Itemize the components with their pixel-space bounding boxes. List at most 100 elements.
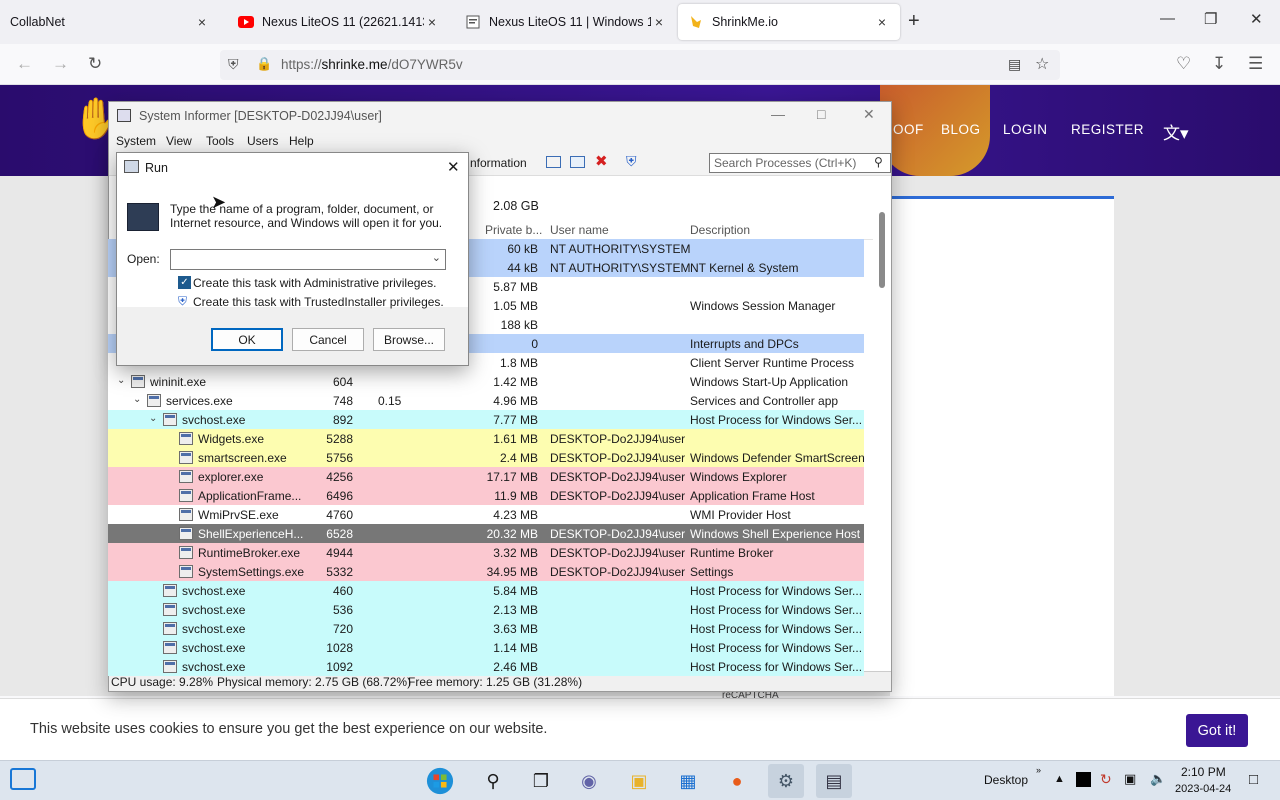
table-row[interactable]: SystemSettings.exe 5332 34.95 MB DESKTOP-Do…	[108, 562, 864, 581]
close-icon[interactable]: ✕	[447, 158, 460, 176]
clock-date[interactable]: 2023-04-24	[1175, 783, 1231, 795]
new-tab-button[interactable]: +	[908, 10, 920, 33]
table-row[interactable]: svchost.exe 1092 2.46 MB Host Process for W…	[108, 657, 864, 676]
reader-view-icon[interactable]: ▤	[1008, 56, 1021, 73]
search-icon[interactable]: ⚲	[874, 155, 883, 169]
sync-icon[interactable]: ↻	[1100, 771, 1112, 788]
tray-app-icon[interactable]	[1076, 772, 1091, 787]
restore-icon[interactable]: ❐	[1204, 10, 1217, 28]
menu-view[interactable]: View	[166, 134, 192, 148]
start-windows-icon[interactable]	[426, 767, 454, 795]
menu-tools[interactable]: Tools	[206, 134, 234, 148]
close-icon[interactable]: ×	[424, 14, 440, 30]
tab-collabnet[interactable]: CollabNet ×	[0, 4, 220, 40]
run-taskbar-icon[interactable]: ▤	[816, 764, 852, 798]
chevron-right-icon[interactable]: »	[1036, 765, 1041, 775]
process-name-cell: smartscreen.exe	[198, 451, 287, 465]
chevron-down-icon[interactable]: ⌄	[117, 375, 125, 386]
back-icon[interactable]: ←	[16, 54, 33, 74]
table-row[interactable]: svchost.exe 1028 1.14 MB Host Process for W…	[108, 638, 864, 657]
pocket-icon[interactable]: ♡	[1176, 54, 1191, 74]
table-row[interactable]: ApplicationFrame... 6496 11.9 MB DESKTOP-Do…	[108, 486, 864, 505]
file-explorer-icon[interactable]: ▣	[625, 768, 653, 794]
cookie-accept-button[interactable]: Got it!	[1186, 714, 1248, 747]
menu-system[interactable]: System	[116, 134, 156, 148]
nav-login[interactable]: LOGIN	[1003, 122, 1048, 137]
chevron-down-icon[interactable]: ⌄	[149, 413, 157, 424]
minimize-icon[interactable]: —	[771, 106, 785, 122]
tab-nexus-youtube[interactable]: Nexus LiteOS 11 (22621.1413) | ×	[228, 4, 450, 40]
volume-muted-icon[interactable]: 🔈	[1150, 771, 1166, 787]
tray-overflow-icon[interactable]: ▲	[1054, 773, 1065, 785]
chevron-down-icon[interactable]: ⌄	[432, 251, 441, 264]
notification-icon[interactable]: □	[1249, 771, 1258, 788]
menu-users[interactable]: Users	[247, 134, 278, 148]
close-window-icon[interactable]: ✕	[1250, 10, 1263, 28]
table-row[interactable]: ⌄ services.exe 748 0.15 4.96 MB Services and …	[108, 391, 864, 410]
open-combobox[interactable]: ⌄	[170, 249, 446, 270]
table-row[interactable]: explorer.exe 4256 17.17 MB DESKTOP-Do2JJ94\…	[108, 467, 864, 486]
store-icon[interactable]: ▦	[674, 768, 702, 794]
table-row[interactable]: smartscreen.exe 5756 2.4 MB DESKTOP-Do2JJ94…	[108, 448, 865, 467]
vertical-scrollbar[interactable]	[879, 212, 885, 288]
chevron-down-icon[interactable]: ⌄	[133, 394, 141, 405]
trusted-installer-shield-icon[interactable]: ⛨	[178, 294, 191, 308]
cancel-button[interactable]: Cancel	[292, 328, 364, 351]
si-titlebar[interactable]: System Informer [DESKTOP-D02JJ94\user] —…	[109, 102, 891, 130]
window-icon[interactable]	[546, 156, 561, 168]
column-user-name[interactable]: User name	[550, 223, 609, 237]
search-processes-input[interactable]: Search Processes (Ctrl+K)	[709, 153, 891, 173]
search-icon[interactable]: ⚲	[479, 768, 507, 794]
lock-icon[interactable]: 🔒	[256, 56, 272, 72]
nav-register[interactable]: REGISTER	[1071, 122, 1144, 137]
find-window-icon[interactable]	[570, 156, 585, 168]
chat-icon[interactable]: ◉	[575, 768, 603, 794]
table-row[interactable]: RuntimeBroker.exe 4944 3.32 MB DESKTOP-Do2J…	[108, 543, 864, 562]
browse-button[interactable]: Browse...	[373, 328, 445, 351]
nav-proof[interactable]: OOF	[893, 122, 924, 137]
close-icon[interactable]: ×	[651, 14, 667, 30]
task-view-icon[interactable]: ❐	[527, 768, 555, 794]
network-icon[interactable]: ▣	[1124, 771, 1136, 787]
table-row[interactable]: ShellExperienceH... 6528 20.32 MB DESKTOP-D…	[108, 524, 864, 543]
uac-shield-icon[interactable]: ⛨	[626, 153, 637, 170]
bookmark-star-icon[interactable]: ☆	[1035, 54, 1049, 74]
table-row[interactable]: Widgets.exe 5288 1.61 MB DESKTOP-Do2JJ94\us…	[108, 429, 864, 448]
minimize-icon[interactable]: —	[1160, 10, 1175, 27]
table-row[interactable]: svchost.exe 460 5.84 MB Host Process for Wi…	[108, 581, 864, 600]
ok-button[interactable]: OK	[211, 328, 283, 351]
run-titlebar[interactable]: Run ✕	[117, 153, 468, 183]
admin-checkbox[interactable]: ✓	[178, 276, 191, 289]
menu-help[interactable]: Help	[289, 134, 314, 148]
column-description[interactable]: Description	[690, 223, 750, 237]
menu-icon[interactable]: ☰	[1248, 54, 1263, 74]
table-row[interactable]: ⌄ wininit.exe 604 1.42 MB Windows Start-Up A…	[108, 372, 864, 391]
tab-nexus-windows[interactable]: Nexus LiteOS 11 | Windows 11 L ×	[455, 4, 677, 40]
system-information-button[interactable]: nformation	[470, 156, 527, 170]
terminate-icon[interactable]: ✖	[595, 152, 608, 170]
url-text[interactable]: https://shrinke.me/dO7YWR5v	[281, 57, 463, 72]
widgets-icon[interactable]	[10, 768, 36, 790]
url-bar[interactable]: ⛨ 🔒 https://shrinke.me/dO7YWR5v ▤ ☆	[220, 50, 1060, 80]
youtube-icon	[238, 14, 254, 30]
table-row[interactable]: ⌄ svchost.exe 892 7.77 MB Host Process for W…	[108, 410, 864, 429]
table-row[interactable]: WmiPrvSE.exe 4760 4.23 MB WMI Provider Host	[108, 505, 864, 524]
nav-blog[interactable]: BLOG	[941, 122, 981, 137]
firefox-icon[interactable]: ●	[723, 768, 751, 794]
translate-icon[interactable]: 文▾	[1163, 119, 1189, 144]
download-icon[interactable]: ↧	[1212, 54, 1226, 74]
shield-icon[interactable]: ⛨	[228, 56, 239, 73]
maximize-icon[interactable]: □	[817, 106, 825, 122]
column-private-bytes[interactable]: Private b...	[485, 223, 542, 237]
system-informer-taskbar-icon[interactable]: ⚙	[768, 764, 804, 798]
close-icon[interactable]: ✕	[863, 106, 875, 123]
tab-shrinkme[interactable]: ShrinkMe.io ×	[678, 4, 900, 40]
forward-icon[interactable]: →	[52, 54, 69, 74]
table-row[interactable]: svchost.exe 720 3.63 MB Host Process for Wi…	[108, 619, 864, 638]
clock-time[interactable]: 2:10 PM	[1181, 765, 1226, 779]
close-icon[interactable]: ×	[194, 14, 210, 30]
close-icon[interactable]: ×	[874, 14, 890, 30]
reload-icon[interactable]: ↻	[88, 54, 102, 74]
desktop-toolbar-label[interactable]: Desktop	[984, 773, 1028, 787]
table-row[interactable]: svchost.exe 536 2.13 MB Host Process for Wi…	[108, 600, 864, 619]
